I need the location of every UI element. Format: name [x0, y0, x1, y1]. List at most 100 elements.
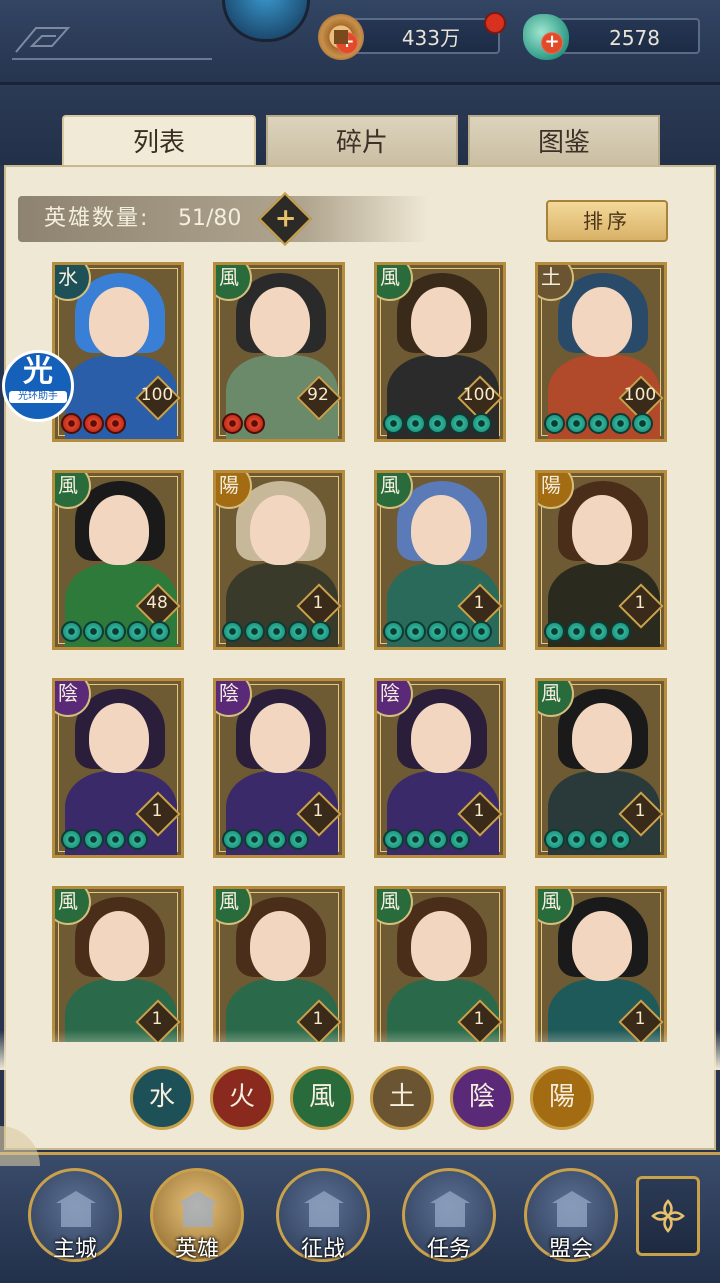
filter-yin-button[interactable]: 陰: [450, 1066, 514, 1130]
hero-level: 100: [140, 385, 174, 405]
hero-level-badge: 1: [457, 583, 503, 629]
tab-codex[interactable]: 图鉴: [468, 115, 660, 167]
filter-fire-button[interactable]: 火: [210, 1066, 274, 1130]
hero-face: [89, 703, 149, 773]
hero-level-badge: 1: [135, 999, 181, 1042]
star-icon: [471, 413, 492, 434]
nav-guild-button[interactable]: 盟会: [524, 1168, 618, 1262]
hero-level: 1: [473, 593, 485, 613]
star-icon: [471, 621, 492, 642]
filter-water-button[interactable]: 水: [130, 1066, 194, 1130]
hero-level: 1: [473, 1009, 485, 1029]
hero-card[interactable]: 風1: [52, 886, 184, 1042]
flower-menu-icon: [651, 1199, 685, 1233]
hero-card[interactable]: 風1: [535, 886, 667, 1042]
hero-card[interactable]: 風1: [374, 470, 506, 650]
star-icon: [61, 621, 82, 642]
plus-icon: +: [274, 203, 297, 234]
hero-card[interactable]: 陰1: [52, 678, 184, 858]
star-icon: [449, 413, 470, 434]
add-coin-button[interactable]: +: [336, 32, 358, 54]
star-icon: [244, 829, 265, 850]
nav-battle-button[interactable]: 征战: [276, 1168, 370, 1262]
hero-face: [250, 495, 310, 565]
star-icon: [544, 621, 565, 642]
hero-level-badge: 1: [296, 999, 342, 1042]
hero-level: 1: [634, 801, 646, 821]
star-icon: [222, 829, 243, 850]
hero-card[interactable]: 陰1: [374, 678, 506, 858]
sort-button[interactable]: 排序: [546, 200, 668, 242]
hero-card[interactable]: 水 100: [52, 262, 184, 442]
star-icon: [449, 829, 470, 850]
hero-face: [411, 287, 471, 357]
star-icon: [566, 413, 587, 434]
hero-level: 1: [473, 801, 485, 821]
hero-level: 1: [151, 801, 163, 821]
star-icon: [544, 829, 565, 850]
hero-star-row: [61, 621, 170, 645]
star-icon: [288, 829, 309, 850]
hero-face: [572, 287, 632, 357]
nav-hero-button[interactable]: 英雄: [150, 1168, 244, 1262]
hero-card[interactable]: 風1: [535, 678, 667, 858]
nav-task-button[interactable]: 任务: [402, 1168, 496, 1262]
star-icon: [383, 413, 404, 434]
nav-label: 征战: [300, 1237, 345, 1262]
nav-label: 英雄: [174, 1237, 219, 1262]
hero-star-row: [383, 829, 470, 853]
hero-face: [411, 911, 471, 981]
hero-level: 100: [462, 385, 496, 405]
hero-face: [411, 495, 471, 565]
hero-level-badge: 100: [618, 375, 664, 421]
hero-star-row: [383, 413, 492, 437]
fan-decoration-icon: [0, 1126, 40, 1166]
hero-level: 1: [634, 1009, 646, 1029]
hero-level-badge: 1: [618, 791, 664, 837]
tab-fragments[interactable]: 碎片: [266, 115, 458, 167]
star-icon: [83, 829, 104, 850]
hero-level-badge: 1: [296, 791, 342, 837]
hero-face: [411, 703, 471, 773]
hero-star-row: [383, 621, 492, 645]
hero-level: 1: [312, 1009, 324, 1029]
notification-dot: [484, 12, 506, 34]
hero-card[interactable]: 陽1: [213, 470, 345, 650]
hero-card[interactable]: 風 92: [213, 262, 345, 442]
star-icon: [566, 829, 587, 850]
star-icon: [61, 413, 82, 434]
add-jade-button[interactable]: +: [541, 32, 563, 54]
hero-card[interactable]: 風 100: [374, 262, 506, 442]
tab-list[interactable]: 列表: [62, 115, 256, 167]
hero-card[interactable]: 風1: [213, 886, 345, 1042]
hero-card[interactable]: 風 48: [52, 470, 184, 650]
filter-earth-button[interactable]: 土: [370, 1066, 434, 1130]
filter-wind-button[interactable]: 風: [290, 1066, 354, 1130]
hero-level-badge: 1: [457, 999, 503, 1042]
star-icon: [566, 621, 587, 642]
helper-text: 光环助手: [9, 391, 67, 403]
star-icon: [222, 621, 243, 642]
hero-face: [250, 911, 310, 981]
hero-card[interactable]: 陰1: [213, 678, 345, 858]
star-icon: [427, 413, 448, 434]
hero-level-badge: 1: [135, 791, 181, 837]
hero-grid: 水 100 風 92 風 100 土 100 風 48 陽 1 風 1 陽 1 陰 1 陰 1 陰 1 風 1 風 1 風 1 風 1 風 1: [40, 262, 680, 1042]
task-icon: [430, 1191, 470, 1227]
jade-counter: + 2578: [523, 14, 700, 60]
filter-yang-button[interactable]: 陽: [530, 1066, 594, 1130]
star-icon: [105, 621, 126, 642]
hero-level: 1: [312, 593, 324, 613]
hero-face: [572, 495, 632, 565]
hero-star-row: [222, 621, 331, 645]
helper-floating-button[interactable]: 光 光环助手: [2, 350, 74, 422]
mist-overlay: [0, 1030, 720, 1070]
hero-level: 1: [312, 801, 324, 821]
guild-icon: [552, 1191, 592, 1227]
hero-card[interactable]: 風1: [374, 886, 506, 1042]
hero-card[interactable]: 土 100: [535, 262, 667, 442]
more-menu-button[interactable]: [636, 1176, 700, 1256]
nav-palace-button[interactable]: 主城: [28, 1168, 122, 1262]
hero-level-badge: 1: [618, 583, 664, 629]
hero-card[interactable]: 陽1: [535, 470, 667, 650]
